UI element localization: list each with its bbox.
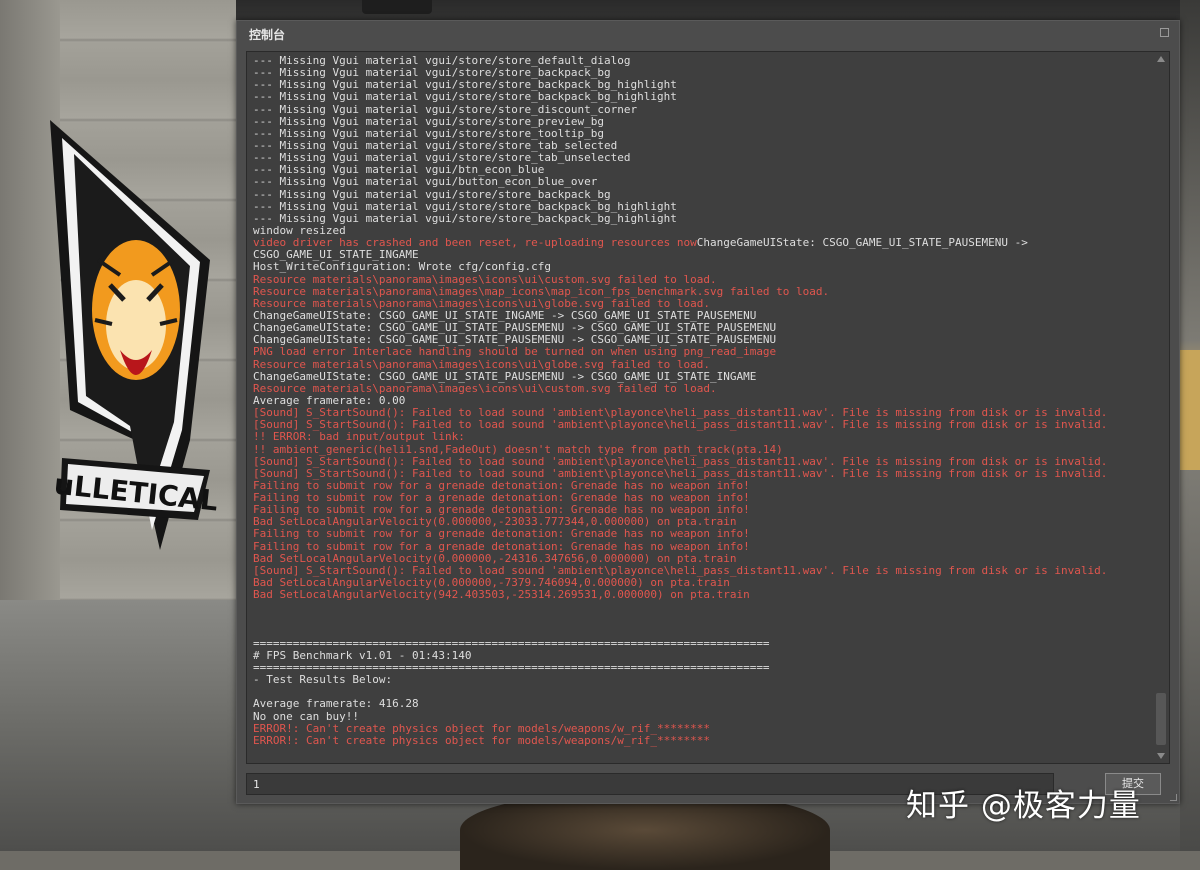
log-line-text: !! ambient_generic(heli1.snd,FadeOut) do…	[253, 442, 783, 456]
log-line-text: window resized	[253, 223, 346, 237]
close-icon[interactable]	[1160, 28, 1169, 37]
log-line-text	[253, 685, 260, 698]
log-line-text	[253, 600, 260, 613]
log-line-text: Resource materials\panorama\images\icons…	[253, 357, 710, 371]
log-line: ERROR!: Can't create physics object for …	[253, 733, 1147, 747]
resize-grip-icon[interactable]	[1170, 794, 1177, 801]
log-line-text: Host_WriteConfiguration: Wrote cfg/confi…	[253, 260, 552, 274]
log-line-text: ========================================…	[253, 636, 770, 650]
log-line-text: --- Missing Vgui material vgui/store/sto…	[253, 187, 611, 201]
log-line-text: Failing to submit row for a grenade deto…	[253, 478, 750, 492]
log-line: Average framerate: 416.28	[253, 698, 1147, 710]
log-line-text: !! ERROR: bad input/output link:	[253, 430, 465, 444]
log-line-text: # FPS Benchmark v1.01 - 01:43:140	[253, 648, 472, 662]
log-line-text: Failing to submit row for a grenade deto…	[253, 503, 750, 517]
log-line-text: --- Missing Vgui material vgui/store/sto…	[253, 90, 677, 104]
log-line-text: ERROR!: Can't create physics object for …	[253, 733, 710, 747]
log-line-text: Resource materials\panorama\images\icons…	[253, 272, 717, 286]
log-line-text	[253, 625, 260, 638]
log-line-text: Bad SetLocalAngularVelocity(942.403503,-…	[253, 588, 750, 602]
console-output[interactable]: --- Missing Vgui material vgui/store/sto…	[246, 51, 1170, 764]
log-line-continuation: ChangeGameUIState: CSGO_GAME_UI_STATE_PA…	[696, 236, 1028, 250]
log-line: --- Missing Vgui material vgui/store/sto…	[253, 211, 1147, 225]
log-line-text: --- Missing Vgui material vgui/store/sto…	[253, 138, 618, 152]
log-line-text: ChangeGameUIState: CSGO_GAME_UI_STATE_PA…	[253, 369, 757, 383]
console-titlebar[interactable]: 控制台	[237, 21, 1179, 47]
log-line-text: - Test Results Below:	[253, 673, 393, 687]
log-line-text: --- Missing Vgui material vgui/store/sto…	[253, 66, 611, 80]
log-line-text: Bad SetLocalAngularVelocity(0.000000,-24…	[253, 551, 737, 565]
log-line-text: --- Missing Vgui material vgui/btn_econ_…	[253, 163, 545, 177]
log-line-text: [Sound] S_StartSound(): Failed to load s…	[253, 418, 1108, 432]
scroll-up-arrow-icon[interactable]	[1157, 56, 1165, 62]
log-line-text: Average framerate: 416.28	[253, 697, 419, 711]
vertical-scrollbar[interactable]	[1154, 53, 1168, 762]
log-line-text: --- Missing Vgui material vgui/store/sto…	[253, 54, 631, 67]
log-line-text: [Sound] S_StartSound(): Failed to load s…	[253, 466, 1108, 480]
log-line-text: ChangeGameUIState: CSGO_GAME_UI_STATE_PA…	[253, 333, 777, 347]
log-line-text: --- Missing Vgui material vgui/store/sto…	[253, 114, 604, 128]
log-line-text: Bad SetLocalAngularVelocity(0.000000,-73…	[253, 576, 730, 590]
log-lines: --- Missing Vgui material vgui/store/sto…	[253, 54, 1147, 747]
log-line-text: Resource materials\panorama\images\icons…	[253, 296, 710, 310]
log-line	[253, 613, 1147, 625]
log-line-text: Resource materials\panorama\images\map_i…	[253, 284, 830, 298]
log-line-text: [Sound] S_StartSound(): Failed to load s…	[253, 454, 1108, 468]
console-window[interactable]: 控制台 --- Missing Vgui material vgui/store…	[236, 20, 1180, 804]
log-line-text: [Sound] S_StartSound(): Failed to load s…	[253, 563, 1108, 577]
log-line-text: Failing to submit row for a grenade deto…	[253, 527, 750, 541]
log-line-text: ChangeGameUIState: CSGO_GAME_UI_STATE_PA…	[253, 321, 777, 335]
log-line-text: --- Missing Vgui material vgui/store/sto…	[253, 78, 677, 92]
console-title: 控制台	[249, 28, 286, 42]
log-line-text: CSGO_GAME_UI_STATE_INGAME	[253, 248, 419, 262]
log-line-text: PNG load error Interlace handling should…	[253, 345, 777, 359]
log-line-text: video driver has crashed and been reset,…	[253, 236, 697, 250]
log-line-text: [Sound] S_StartSound(): Failed to load s…	[253, 406, 1108, 420]
log-line	[253, 601, 1147, 613]
log-line-text: Average framerate: 0.00	[253, 393, 406, 407]
top-hud	[362, 0, 432, 14]
log-line: - Test Results Below:	[253, 674, 1147, 686]
log-line-text: ERROR!: Can't create physics object for …	[253, 721, 710, 735]
log-line-text: --- Missing Vgui material vgui/store/sto…	[253, 211, 677, 225]
log-line-text	[253, 612, 260, 625]
scroll-thumb[interactable]	[1156, 693, 1166, 745]
log-line-text: --- Missing Vgui material vgui/store/sto…	[253, 102, 638, 116]
watermark: 知乎 @极客力量	[906, 788, 1141, 824]
log-line-text: No one can buy!!	[253, 709, 359, 723]
log-line-text: Bad SetLocalAngularVelocity(0.000000,-23…	[253, 515, 737, 529]
log-line-text: Failing to submit row for a grenade deto…	[253, 539, 750, 553]
log-line: Bad SetLocalAngularVelocity(942.403503,-…	[253, 589, 1147, 601]
log-line-text: Failing to submit row for a grenade deto…	[253, 491, 750, 505]
log-line-text: ========================================…	[253, 661, 770, 675]
log-line-text: --- Missing Vgui material vgui/store/sto…	[253, 151, 631, 165]
log-line-text: --- Missing Vgui material vgui/store/sto…	[253, 199, 677, 213]
log-line-text: --- Missing Vgui material vgui/button_ec…	[253, 175, 598, 189]
tiger-team-logo: uLLETICAL	[50, 120, 220, 550]
scroll-down-arrow-icon[interactable]	[1157, 753, 1165, 759]
log-line-text: ChangeGameUIState: CSGO_GAME_UI_STATE_IN…	[253, 308, 757, 322]
log-line-text: --- Missing Vgui material vgui/store/sto…	[253, 126, 604, 140]
log-line-text: Resource materials\panorama\images\icons…	[253, 381, 717, 395]
